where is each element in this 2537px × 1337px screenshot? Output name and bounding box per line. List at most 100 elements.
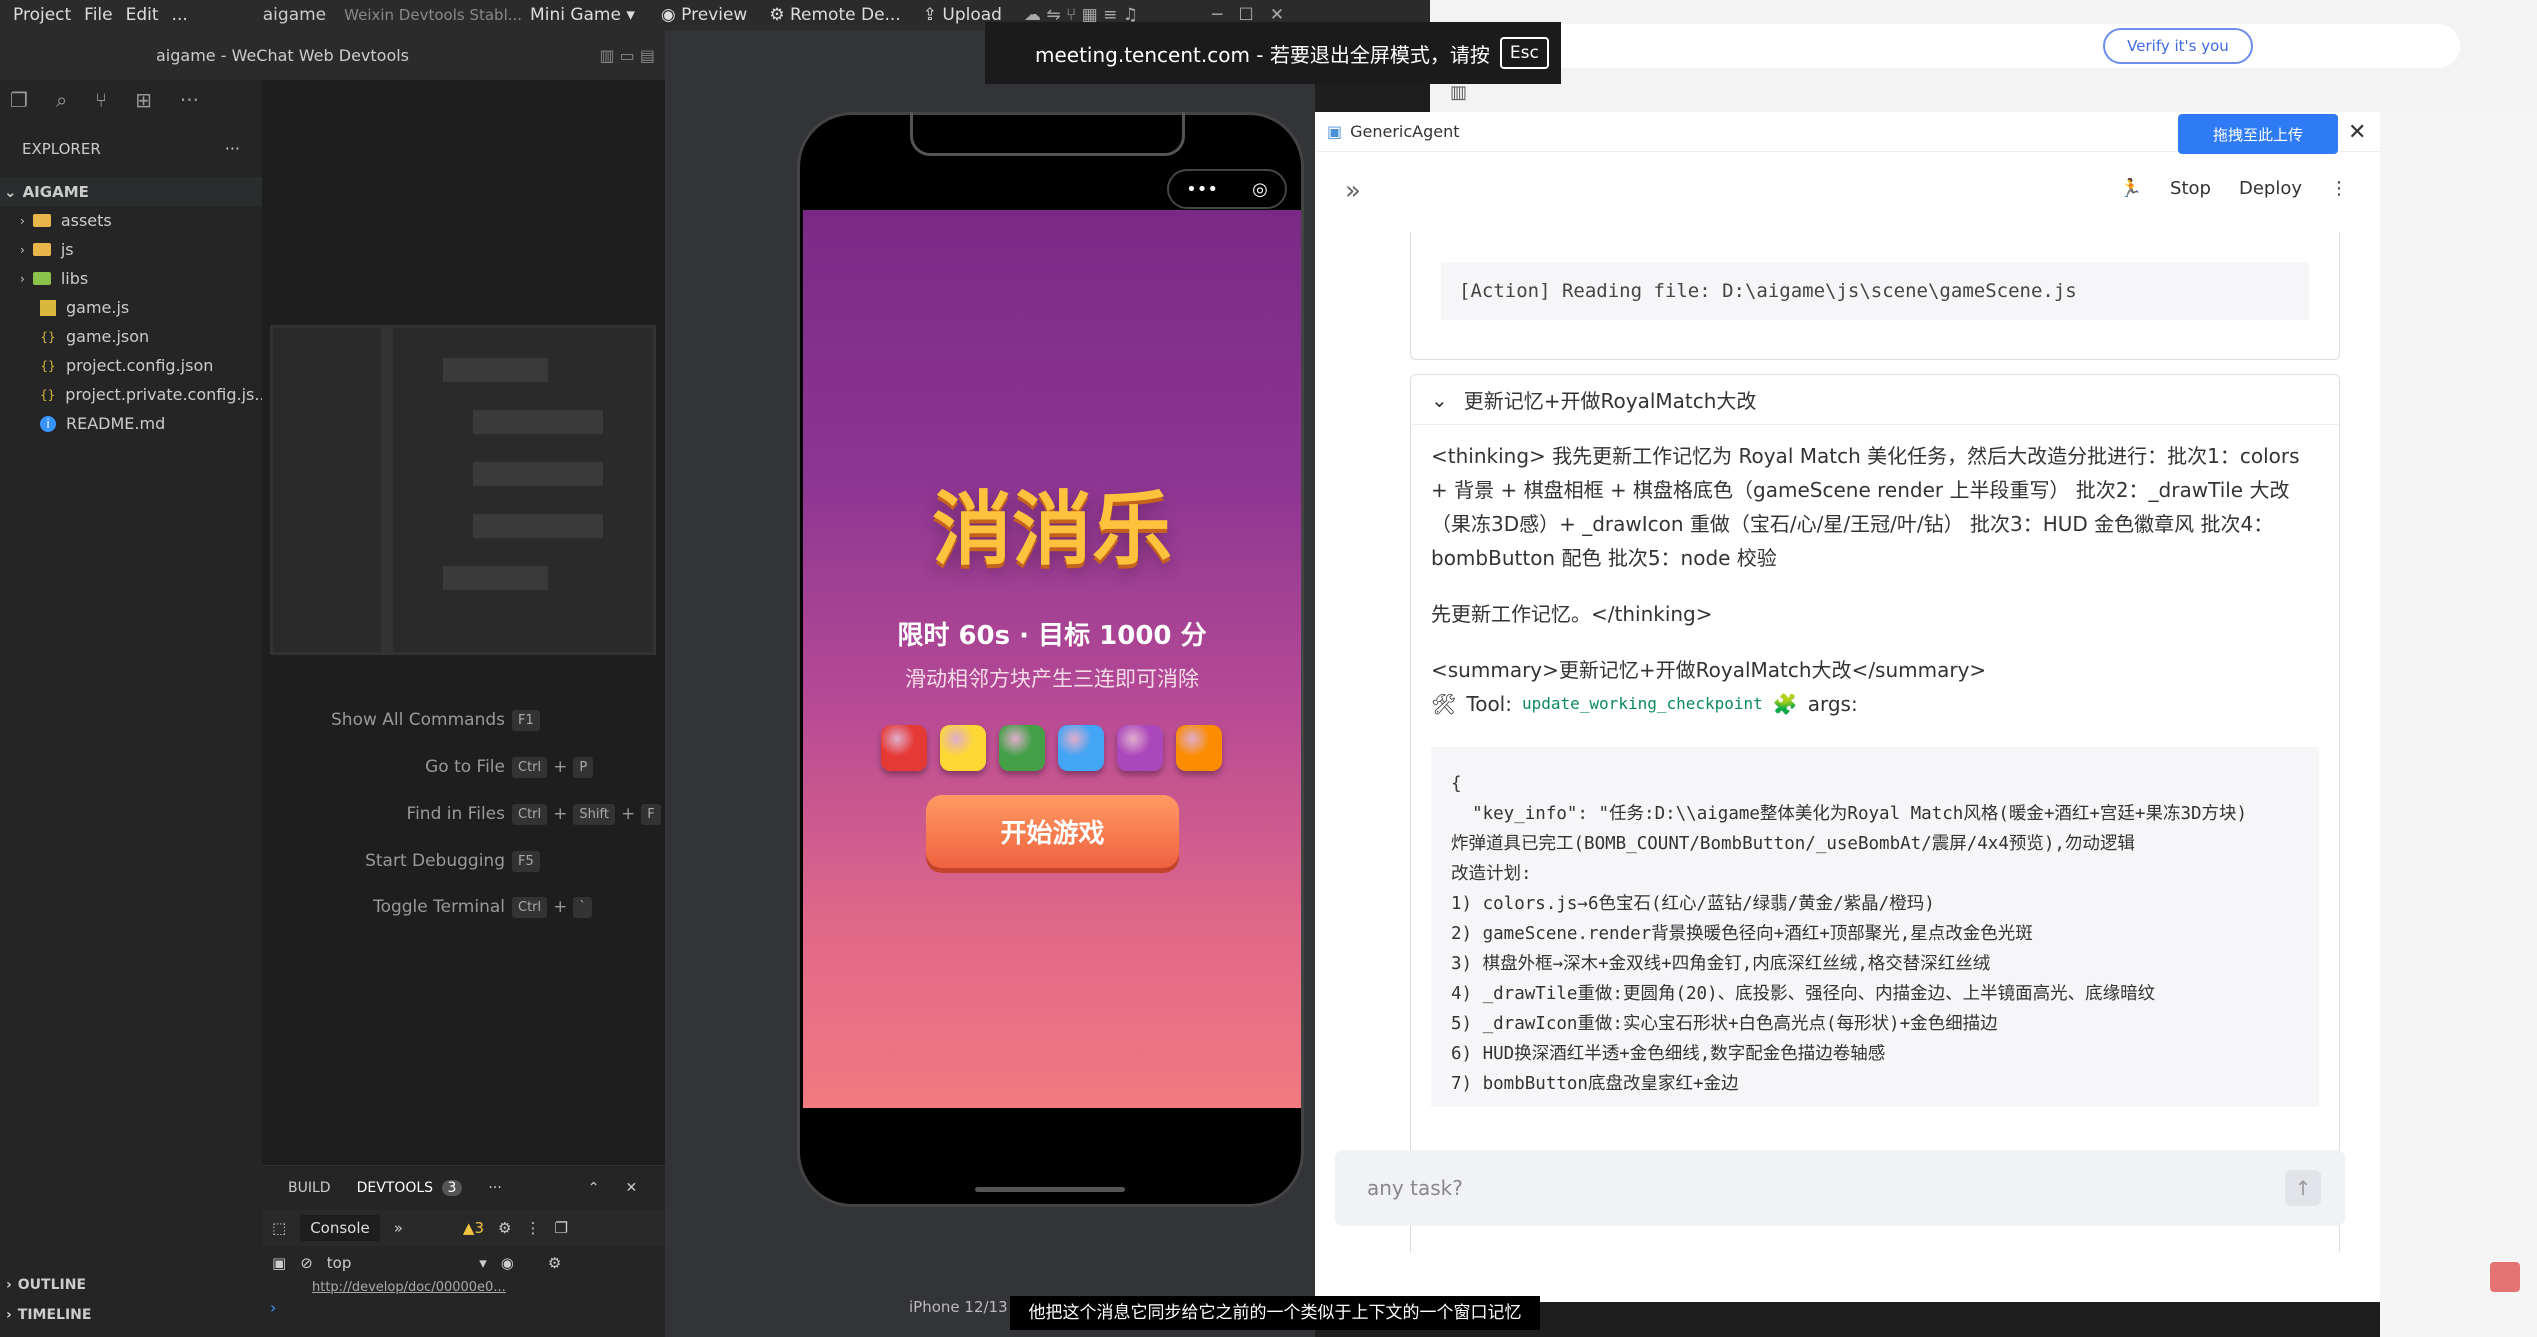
chevron-double-icon[interactable]: » — [394, 1219, 403, 1237]
inspect-icon[interactable]: ⬚ — [272, 1219, 286, 1237]
kbd-key: F1 — [512, 709, 540, 731]
extensions-icon[interactable]: ⊞ — [135, 88, 152, 112]
start-game-button[interactable]: 开始游戏 — [926, 795, 1179, 868]
args-icon: 🧩 — [1772, 692, 1798, 716]
mode-select[interactable]: Mini Game ▾ — [530, 5, 635, 25]
folder-icon — [32, 243, 51, 256]
close-icon[interactable]: ✕ — [626, 1180, 638, 1196]
tree-file-gamejson[interactable]: {} game.json — [0, 322, 262, 351]
cmd-find-in-files[interactable]: Find in Files — [407, 799, 505, 829]
explorer-more-icon[interactable]: ··· — [225, 139, 240, 158]
tree-file-projectprivate[interactable]: {} project.private.config.js... — [0, 380, 270, 409]
console-prompt[interactable]: › — [262, 1298, 665, 1317]
tab-console[interactable]: Console — [300, 1215, 380, 1241]
more-dots-icon[interactable]: ••• — [1186, 179, 1218, 200]
cmd-keys: F1 — [506, 705, 546, 735]
task-input[interactable]: any task? ↑ — [1335, 1150, 2345, 1226]
tree-folder-libs[interactable]: › libs — [0, 264, 262, 293]
clear-icon[interactable]: ⊘ — [300, 1254, 313, 1272]
layout-icons[interactable]: ▥ ▭ ▤ — [599, 46, 655, 65]
gear-icon[interactable]: ⚙ — [498, 1219, 511, 1237]
stop-button[interactable]: Stop — [2170, 178, 2211, 199]
gem-block — [1117, 725, 1163, 771]
panel-more-icon[interactable]: ··· — [488, 1180, 501, 1196]
outline-section[interactable]: › OUTLINE — [6, 1270, 86, 1299]
upload-badge[interactable]: 拖拽至此上传 — [2178, 114, 2338, 154]
address-bar[interactable] — [1460, 24, 2460, 68]
cmd-go-to-file[interactable]: Go to File — [425, 752, 505, 782]
section-header[interactable]: ⌄ 更新记忆+开做RoyalMatch大改 — [1411, 375, 2339, 425]
tree-label: project.private.config.js... — [65, 385, 270, 404]
sidebar-icon[interactable]: ▣ — [272, 1254, 286, 1272]
gem-block — [999, 725, 1045, 771]
close-icon[interactable]: ✕ — [2348, 120, 2366, 145]
game-screen[interactable]: 消消乐 限时 60s · 目标 1000 分 滑动相邻方块产生三连即可消除 开始… — [803, 210, 1301, 1108]
files-icon[interactable]: ❐ — [10, 88, 28, 112]
timeline-section[interactable]: › TIMELINE — [6, 1300, 91, 1329]
chevron-up-icon[interactable]: ⌃ — [588, 1180, 600, 1196]
tree-root[interactable]: ⌄ AIGAME — [0, 177, 262, 206]
verify-label: Verify it's you — [2127, 37, 2229, 55]
menu-edit[interactable]: Edit — [126, 5, 159, 25]
pdf-icon[interactable] — [2490, 1262, 2520, 1292]
cmd-show-all[interactable]: Show All Commands — [331, 705, 505, 735]
gear-icon[interactable]: ⚙ — [548, 1254, 561, 1272]
more-icon[interactable]: ··· — [180, 88, 199, 112]
meeting-banner: meeting.tencent.com - 若要退出全屏模式，请按 Esc — [985, 22, 1561, 84]
menu-file[interactable]: File — [84, 5, 112, 25]
deploy-button[interactable]: Deploy — [2239, 178, 2302, 199]
capsule-menu[interactable]: ••• ◎ — [1167, 169, 1287, 209]
dock-icon[interactable]: ❐ — [554, 1219, 567, 1237]
args-label: args: — [1807, 692, 1858, 716]
section-card: ⌄ 更新记忆+开做RoyalMatch大改 <thinking> 我先更新工作记… — [1410, 374, 2340, 1252]
gem-block — [940, 725, 986, 771]
gem-block — [1058, 725, 1104, 771]
tree-folder-assets[interactable]: › assets — [0, 206, 262, 235]
tab-build[interactable]: BUILD — [288, 1180, 331, 1196]
tree-file-gamejs[interactable]: game.js — [0, 293, 262, 322]
search-icon[interactable]: ⌕ — [56, 88, 67, 112]
verify-button[interactable]: Verify it's you — [2103, 28, 2253, 64]
agent-panel: ▣ GenericAgent 拖拽至此上传 ✕ » 🏃 Stop Deploy … — [1315, 112, 2380, 1302]
tool-label: Tool: — [1466, 692, 1512, 716]
tree-file-readme[interactable]: i README.md — [0, 409, 262, 438]
cmd-label: Start Debugging — [365, 851, 505, 871]
json-file-icon: {} — [40, 358, 56, 373]
preview-button[interactable]: ◉ Preview — [661, 5, 747, 25]
tree-label: js — [60, 240, 74, 259]
expand-sidebar-icon[interactable]: » — [1345, 176, 1361, 206]
tab-devtools[interactable]: DEVTOOLS 3 — [357, 1180, 463, 1196]
folder-icon — [32, 272, 51, 285]
remote-debug-button[interactable]: ⚙ Remote De... — [769, 5, 900, 25]
kebab-icon[interactable]: ⋮ — [525, 1219, 540, 1237]
menu-project[interactable]: Project — [13, 5, 71, 25]
phone-notch — [910, 112, 1185, 156]
send-arrow-icon[interactable]: ↑ — [2285, 1170, 2321, 1206]
browser-sidebar — [2380, 112, 2537, 1337]
section-title: 更新记忆+开做RoyalMatch大改 — [1463, 389, 1757, 413]
meeting-text: meeting.tencent.com - 若要退出全屏模式，请按 — [1035, 42, 1490, 67]
reader-icon[interactable]: ▥ — [1450, 82, 1467, 103]
cmd-start-debugging[interactable]: Start Debugging — [365, 846, 505, 876]
cmd-toggle-terminal[interactable]: Toggle Terminal — [373, 892, 505, 922]
tree-file-projectconfig[interactable]: {} project.config.json — [0, 351, 262, 380]
console-url[interactable]: http://develop/doc/00000e0... — [262, 1280, 665, 1298]
tool-icon: 🛠 — [1431, 692, 1457, 716]
editor-area: Show All Commands F1 Go to File Ctrl + P F… — [262, 80, 665, 1160]
video-caption: 他把这个消息它同步给它之前的一个类似于上下文的一个窗口记忆 — [1010, 1296, 1540, 1330]
folder-icon — [32, 214, 51, 227]
running-icon: 🏃 — [2119, 178, 2143, 199]
devtools-badge: 3 — [441, 1180, 463, 1196]
target-close-icon[interactable]: ◎ — [1252, 179, 1268, 200]
thinking-text: <thinking> 我先更新工作记忆为 Royal Match 美化任务，然后… — [1431, 444, 2300, 570]
tree-folder-js[interactable]: › js — [0, 235, 262, 264]
kbd-key: P — [573, 756, 594, 778]
home-indicator — [975, 1187, 1125, 1192]
eye-icon[interactable]: ◉ — [501, 1254, 514, 1272]
source-control-icon[interactable]: ⑂ — [95, 88, 107, 112]
kebab-icon[interactable]: ⋮ — [2330, 178, 2348, 199]
menu-more[interactable]: ... — [172, 5, 188, 25]
context-select[interactable]: top ▾ — [327, 1254, 487, 1272]
summary-text: <summary>更新记忆+开做RoyalMatch大改</summary> — [1431, 658, 1987, 682]
esc-key[interactable]: Esc — [1499, 37, 1549, 69]
